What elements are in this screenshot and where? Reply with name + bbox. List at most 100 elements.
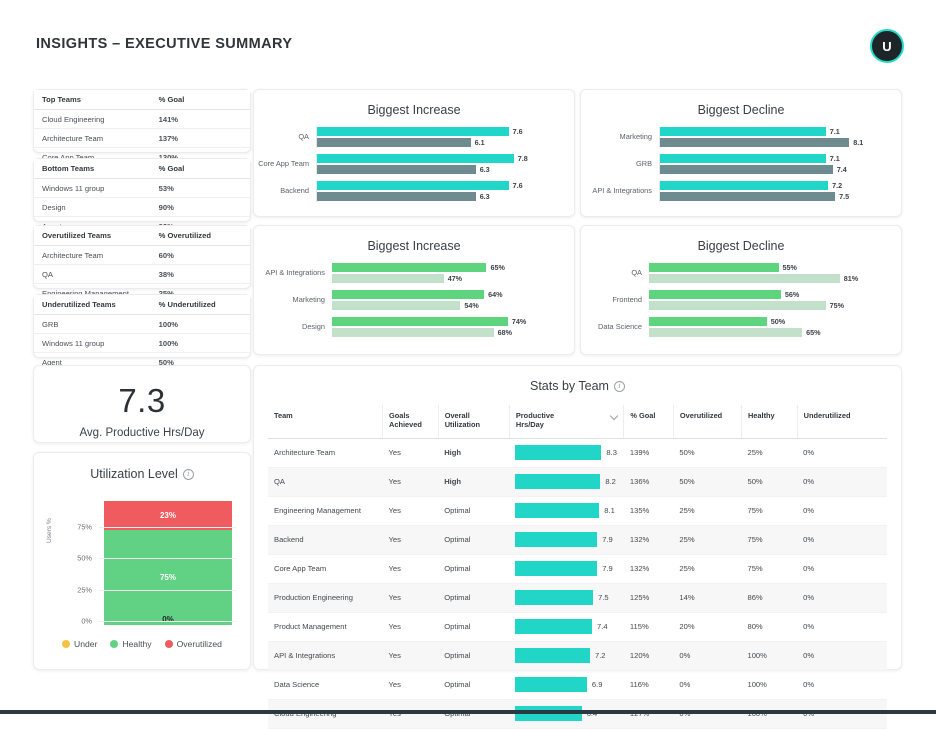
- cell-team: QA: [268, 467, 383, 496]
- bar-value-label: 55%: [779, 263, 797, 272]
- cell-productive-hours: 6.9: [509, 670, 624, 699]
- goal-increase-chart: API & Integrations65%47%Marketing64%54%D…: [254, 263, 574, 338]
- info-icon[interactable]: i: [183, 469, 194, 480]
- hours-increase-card: Biggest Increase QA7.66.1Core App Team7.…: [253, 89, 575, 217]
- cell-underutilized: 0%: [797, 467, 887, 496]
- gridline: [98, 527, 236, 528]
- col-percent-goal[interactable]: % Goal: [624, 405, 674, 438]
- table-row[interactable]: BackendYesOptimal7.9132%25%75%0%: [268, 525, 887, 554]
- legend-item[interactable]: Healthy: [110, 639, 151, 649]
- cell-overutilized: 25%: [673, 554, 741, 583]
- col-overall-utilization[interactable]: Overall Utilization: [438, 405, 509, 438]
- cell-goals-achieved: Yes: [383, 641, 439, 670]
- cell-overutilized: 50%: [673, 467, 741, 496]
- bar-row: 8.1: [659, 138, 901, 147]
- bar: [316, 192, 476, 201]
- bar-value-label: 81%: [840, 274, 858, 283]
- table-row[interactable]: Engineering ManagementYesOptimal8.1135%2…: [268, 496, 887, 525]
- cell-productive-hours: 7.9: [509, 554, 624, 583]
- hours-bar: [515, 503, 599, 518]
- bottom-teams-card: Bottom Teams % Goal Windows 11 group53%D…: [33, 158, 251, 222]
- goal-increase-card: Biggest Increase API & Integrations65%47…: [253, 225, 575, 355]
- col-productive-hours[interactable]: Productive Hrs/Day: [509, 405, 624, 438]
- goal-decline-card: Biggest Decline QA55%81%Frontend56%75%Da…: [580, 225, 902, 355]
- bar-group-label: Marketing: [254, 296, 332, 304]
- bar-row: 47%: [332, 274, 574, 283]
- cell-productive-hours: 8.3: [509, 438, 624, 467]
- cell-percent-goal: 125%: [624, 583, 674, 612]
- bar-value-label: 75%: [826, 301, 844, 310]
- bar-group-label: Frontend: [581, 296, 649, 304]
- bar-group-label: QA: [254, 133, 316, 141]
- hours-bar: [515, 648, 590, 663]
- bar: [316, 127, 509, 136]
- bar-row: 65%: [332, 263, 574, 272]
- stack-segment-under-label: 0%: [104, 615, 232, 624]
- stack-segment-overutilized: 23%: [104, 501, 232, 530]
- col-team[interactable]: Team: [268, 405, 383, 438]
- bar-group: API & Integrations65%47%: [254, 263, 574, 284]
- cell-healthy: 100%: [741, 641, 797, 670]
- info-icon[interactable]: i: [614, 381, 625, 392]
- bar-row: 74%: [332, 317, 574, 326]
- hours-value: 7.4: [592, 622, 608, 631]
- axis-line: [316, 154, 317, 175]
- chevron-down-icon[interactable]: [610, 412, 618, 420]
- hours-decline-card: Biggest Decline Marketing7.18.1GRB7.17.4…: [580, 89, 902, 217]
- table-row[interactable]: API & IntegrationsYesOptimal7.2120%0%100…: [268, 641, 887, 670]
- table-row[interactable]: Product ManagementYesOptimal7.4115%20%80…: [268, 612, 887, 641]
- goal-increase-title: Biggest Increase: [254, 226, 574, 253]
- cell-productive-hours: 8.2: [509, 467, 624, 496]
- cell-goals-achieved: Yes: [383, 670, 439, 699]
- bar: [316, 138, 471, 147]
- cell-overall-utilization: Optimal: [438, 496, 509, 525]
- team-name: Architecture Team: [34, 129, 151, 148]
- table-row[interactable]: Architecture TeamYesHigh8.3139%50%25%0%: [268, 438, 887, 467]
- table-row[interactable]: Production EngineeringYesOptimal7.5125%1…: [268, 583, 887, 612]
- underutilized-col-name: Underutilized Teams: [34, 295, 151, 315]
- legend-item[interactable]: Overutilized: [165, 639, 222, 649]
- page-title: INSIGHTS – EXECUTIVE SUMMARY: [36, 36, 292, 52]
- bar-group-bars: 56% 75%: [649, 290, 901, 311]
- bar: [649, 301, 826, 310]
- utilization-level-plot: Users % 75%50%25%0% 23%75%0%: [48, 497, 236, 625]
- cell-team: Architecture Team: [268, 438, 383, 467]
- team-name: Windows 11 group: [34, 179, 151, 198]
- bottom-teams-table: Bottom Teams % Goal Windows 11 group53%D…: [34, 159, 250, 235]
- utilization-legend: Under Healthy Overutilized: [34, 639, 250, 649]
- bar-row: 6.1: [316, 138, 574, 147]
- cell-healthy: 25%: [741, 438, 797, 467]
- cell-overall-utilization: Optimal: [438, 612, 509, 641]
- bar: [659, 154, 826, 163]
- table-row[interactable]: QAYesHigh8.2136%50%50%0%: [268, 467, 887, 496]
- cell-overall-utilization: Optimal: [438, 641, 509, 670]
- bar: [332, 263, 486, 272]
- bar-row: 7.2: [659, 181, 901, 190]
- legend-item[interactable]: Under: [62, 639, 97, 649]
- table-row[interactable]: Data ScienceYesOptimal6.9116%0%100%0%: [268, 670, 887, 699]
- bar-group-label: Design: [254, 323, 332, 331]
- bar: [659, 138, 849, 147]
- col-goals-achieved[interactable]: Goals Achieved: [383, 405, 439, 438]
- legend-label: Healthy: [122, 639, 151, 649]
- cell-percent-goal: 116%: [624, 670, 674, 699]
- y-axis-tick: 50%: [77, 554, 92, 563]
- col-overutilized[interactable]: Overutilized: [673, 405, 741, 438]
- bar-value-label: 74%: [508, 317, 526, 326]
- legend-dot: [165, 640, 173, 648]
- avg-productive-hours-card: 7.3 Avg. Productive Hrs/Day: [33, 365, 251, 443]
- cell-goals-achieved: Yes: [383, 496, 439, 525]
- overutilized-teams-table: Overutilized Teams % Overutilized Archit…: [34, 226, 250, 302]
- bar-value-label: 56%: [781, 290, 799, 299]
- utilization-y-ticks: 75%50%25%0%: [62, 497, 92, 625]
- hours-value: 6.9: [587, 680, 603, 689]
- gridline: [98, 590, 236, 591]
- col-healthy[interactable]: Healthy: [741, 405, 797, 438]
- legend-dot: [110, 640, 118, 648]
- cell-percent-goal: 132%: [624, 554, 674, 583]
- axis-line: [659, 181, 660, 202]
- avatar[interactable]: U: [870, 29, 904, 63]
- cell-overutilized: 25%: [673, 496, 741, 525]
- table-row[interactable]: Core App TeamYesOptimal7.9132%25%75%0%: [268, 554, 887, 583]
- col-underutilized[interactable]: Underutilized: [797, 405, 887, 438]
